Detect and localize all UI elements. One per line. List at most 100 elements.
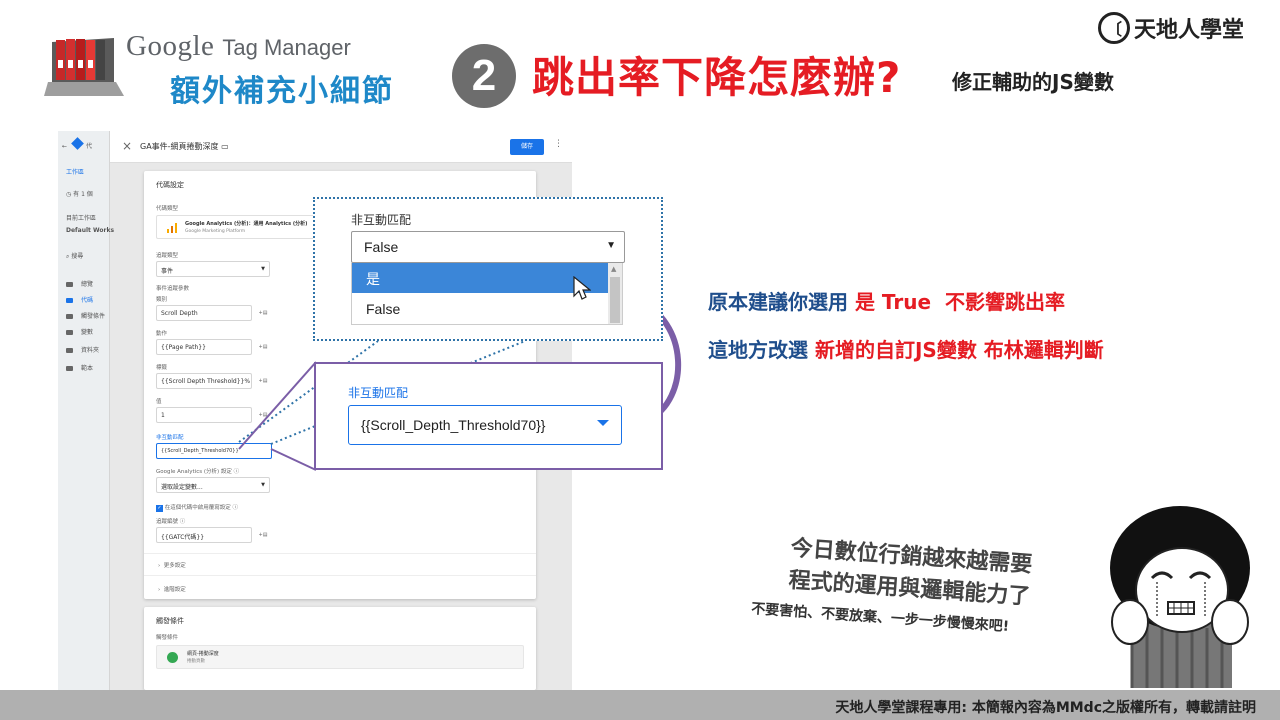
nav-item-variables[interactable]: 變數 [66, 327, 93, 336]
event-params-label: 事件追蹤參數 [156, 286, 190, 292]
zoom-old-dropdown: 非互動匹配 False ▼ 是 False ▲ [313, 197, 663, 341]
more-vert-icon[interactable]: ⋮ [554, 139, 563, 149]
action-input[interactable]: {{Page Path}} [156, 339, 252, 355]
close-icon[interactable]: × [122, 139, 132, 153]
help-icon[interactable]: ⓘ [233, 505, 239, 511]
slide-title-sub: 修正輔助的JS變數 [952, 70, 1114, 94]
section-subtitle: 額外補充小細節 [170, 74, 394, 109]
category-label: 類別 [156, 297, 168, 303]
divider [144, 575, 536, 576]
track-type-label: 追蹤類型 [156, 253, 179, 259]
option-true[interactable]: 是 [352, 263, 608, 293]
checkbox-checked-icon[interactable]: ✓ [156, 505, 163, 512]
google-wordmark: Google [126, 30, 215, 62]
back-arrow-icon[interactable]: ← [62, 143, 67, 150]
category-input[interactable]: Scroll Depth [156, 305, 252, 321]
save-button[interactable]: 儲存 [510, 139, 544, 155]
ga-settings-select[interactable]: 選取設定變數... ▼ [156, 477, 270, 493]
trigger-item[interactable]: 網頁-捲動深度 捲動頁數 [156, 645, 524, 669]
zoom-new-field: 非互動匹配 {{Scroll_Depth_Threshold70}} [314, 362, 663, 470]
clock-icon: ◷ [66, 191, 72, 198]
ga-settings-label: Google Analytics (分析) 設定 ⓘ [156, 469, 240, 475]
gtm-diamond-icon [71, 137, 84, 150]
dropdown-scrollbar[interactable]: ▲ [608, 263, 622, 324]
dropdown-arrow-icon: ▼ [261, 482, 265, 488]
new-non-interaction-field[interactable]: {{Scroll_Depth_Threshold70}} [348, 405, 622, 445]
trigger-card-title: 觸發條件 [156, 617, 184, 625]
zoom-field-label: 非互動匹配 [351, 213, 412, 227]
nav-item-overview[interactable]: 總覽 [66, 279, 93, 288]
search-icon: ⌕ [66, 253, 70, 260]
nav-workspace-tab[interactable]: 工作區 [66, 167, 84, 176]
brand-name: 天地人學堂 [1134, 17, 1245, 43]
tracking-id-input[interactable]: {{GATC代碼}} [156, 527, 252, 543]
help-icon[interactable]: ⓘ [180, 519, 186, 525]
label-input[interactable]: {{Scroll Depth Threshold}}% [156, 373, 252, 389]
template-icon [66, 366, 73, 371]
chevron-right-icon: › [158, 563, 161, 569]
brand-icon: 〔 [1098, 12, 1130, 44]
variable-picker-icon[interactable]: +▤ [256, 374, 270, 388]
divider [144, 553, 536, 554]
footer-bar: 天地人學堂課程專用: 本簡報內容為MMdc之版權所有，轉載請註明 [0, 690, 1280, 720]
override-row[interactable]: ✓ 在這個代碼中啟用覆寫設定 ⓘ [156, 503, 238, 512]
action-label: 動作 [156, 331, 168, 337]
mouse-cursor-icon [573, 276, 591, 300]
chevron-right-icon: › [158, 587, 161, 593]
variable-picker-icon[interactable]: +▤ [256, 528, 270, 542]
tag-editor-topbar: × GA事件-網頁捲動深度 ▭ 儲存 ⋮ [110, 131, 572, 163]
non-interaction-field[interactable]: {{Scroll_Depth_Threshold70}} [156, 443, 272, 459]
dropdown-arrow-icon: ▼ [261, 266, 265, 272]
value-label: 值 [156, 399, 162, 405]
more-settings-toggle[interactable]: › 更多設定 [158, 561, 186, 569]
nav-code-label: 代 [85, 143, 92, 150]
dropdown-arrow-icon: ▼ [606, 240, 616, 251]
trigger-icon [66, 314, 73, 319]
nav-default-ws[interactable]: Default Works [66, 227, 114, 234]
help-icon[interactable]: ⓘ [234, 469, 240, 475]
non-interaction-select[interactable]: False ▼ [351, 231, 625, 263]
dropdown-arrow-icon [597, 420, 609, 426]
trigger-card: 觸發條件 觸發條件 網頁-捲動深度 捲動頁數 [144, 607, 536, 690]
gtm-product-name: Google Tag Manager [126, 30, 351, 63]
scroll-thumb[interactable] [610, 277, 620, 323]
binders-laptop-logo [44, 38, 124, 96]
nav-item-triggers[interactable]: 觸發條件 [66, 311, 105, 320]
trigger-sub-label: 觸發條件 [156, 635, 179, 641]
slide-title: 跳出率下降怎麼辦? [532, 53, 902, 102]
value-input[interactable]: 1 [156, 407, 252, 423]
advanced-settings-toggle[interactable]: › 進階設定 [158, 585, 186, 593]
step-number-badge: 2 [452, 44, 516, 108]
tag-type-selector[interactable]: Google Analytics (分析)：通用 Analytics (分析) … [156, 215, 326, 239]
nav-item-tags[interactable]: 代碼 [66, 295, 93, 304]
tag-icon [66, 298, 73, 303]
nav-item-templates[interactable]: 範本 [66, 363, 93, 372]
folder-icon [66, 348, 73, 353]
variable-icon [66, 330, 73, 335]
label-label: 標籤 [156, 365, 168, 371]
analytics-bars-icon [167, 223, 177, 233]
folder-outline-icon[interactable]: ▭ [221, 142, 229, 151]
tag-type-label: 代碼類型 [156, 206, 179, 212]
tag-manager-wordmark: Tag Manager [222, 35, 351, 60]
option-false[interactable]: False [352, 295, 608, 324]
crying-meme-face-icon [1110, 506, 1250, 688]
nav-current-ws-label: 目前工作區 [66, 215, 97, 222]
variable-picker-icon[interactable]: +▤ [256, 306, 270, 320]
variable-picker-icon[interactable]: +▤ [256, 340, 270, 354]
nav-item-folders[interactable]: 資料夾 [66, 345, 99, 354]
copyright-notice: 天地人學堂課程專用: 本簡報內容為MMdc之版權所有，轉載請註明 [835, 700, 1256, 716]
track-type-select[interactable]: 事件 ▼ [156, 261, 270, 277]
nav-changes: ◷ 有 1 個 [66, 191, 93, 198]
tracking-id-label: 追蹤編號 ⓘ [156, 519, 186, 525]
tag-config-title: 代碼設定 [156, 181, 184, 189]
note-line-2: 這地方改選 新增的自訂JS變數 布林邏輯判斷 [708, 338, 1104, 362]
brand-logo: 〔 天地人學堂 [1098, 12, 1244, 44]
overview-icon [66, 282, 73, 287]
gtm-left-nav: ← 代 工作區 ◷ 有 1 個 目前工作區 Default Works ⌕ 搜尋… [58, 131, 114, 690]
new-field-label: 非互動匹配 [348, 386, 409, 400]
nav-search[interactable]: ⌕ 搜尋 [66, 251, 83, 261]
variable-picker-icon[interactable]: +▤ [256, 408, 270, 422]
tag-name[interactable]: GA事件-網頁捲動深度 ▭ [140, 141, 229, 152]
scroll-up-arrow-icon[interactable]: ▲ [611, 265, 616, 273]
